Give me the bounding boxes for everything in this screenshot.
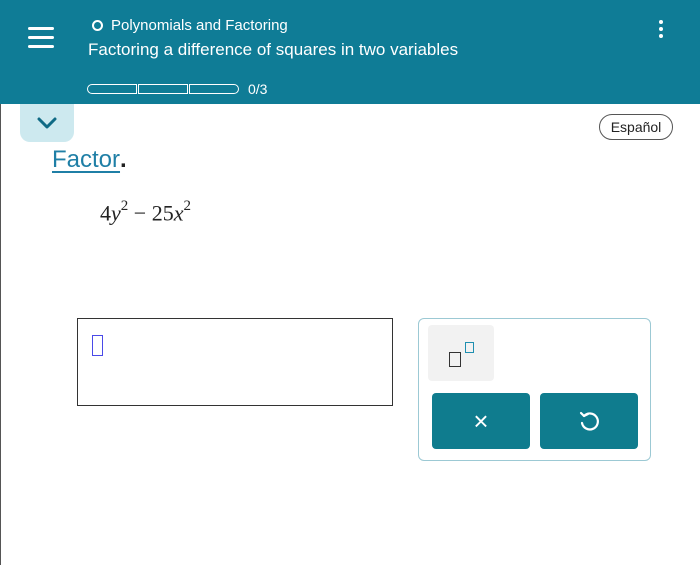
instruction-period: .	[120, 146, 127, 173]
header-bar: Polynomials and Factoring Factoring a di…	[0, 0, 700, 104]
coefficient-2: 25	[151, 200, 174, 226]
minus-sign: −	[133, 200, 147, 226]
base-box	[449, 352, 461, 367]
kebab-menu-icon[interactable]	[650, 15, 672, 43]
topic-title: Polynomials and Factoring	[111, 17, 288, 34]
superscript-template-icon[interactable]	[428, 325, 494, 381]
factor-link[interactable]: Factor	[52, 146, 120, 173]
progress-segment	[189, 84, 239, 94]
progress-segment	[87, 84, 137, 94]
math-expression: 4y2 − 25x2	[100, 198, 191, 226]
exponent-1: 2	[120, 198, 129, 214]
progress-text: 0/3	[248, 81, 268, 97]
topic-circle-icon	[92, 20, 103, 31]
answer-input[interactable]	[77, 318, 393, 406]
lesson-title: Factoring a difference of squares in two…	[88, 40, 459, 59]
hamburger-menu-icon[interactable]	[18, 17, 64, 57]
undo-icon	[579, 411, 599, 431]
collapse-tab[interactable]	[20, 104, 74, 142]
coefficient-1: 4	[100, 200, 111, 226]
topic-row: Polynomials and Factoring	[92, 17, 288, 34]
language-button[interactable]: Español	[599, 114, 673, 140]
exponent-2: 2	[183, 198, 191, 214]
progress-segment	[138, 84, 188, 94]
chevron-down-icon	[37, 117, 57, 129]
left-border	[0, 104, 1, 565]
instruction: Factor.	[52, 146, 127, 174]
close-icon: ×	[473, 406, 489, 436]
progress-bar: 0/3	[87, 81, 267, 97]
math-keypad: ×	[418, 318, 651, 461]
variable-x: x	[173, 200, 184, 226]
undo-button[interactable]	[540, 393, 638, 449]
exponent-box	[465, 342, 474, 353]
clear-button[interactable]: ×	[432, 393, 530, 449]
variable-y: y	[111, 200, 121, 226]
input-cursor-box	[92, 335, 103, 356]
